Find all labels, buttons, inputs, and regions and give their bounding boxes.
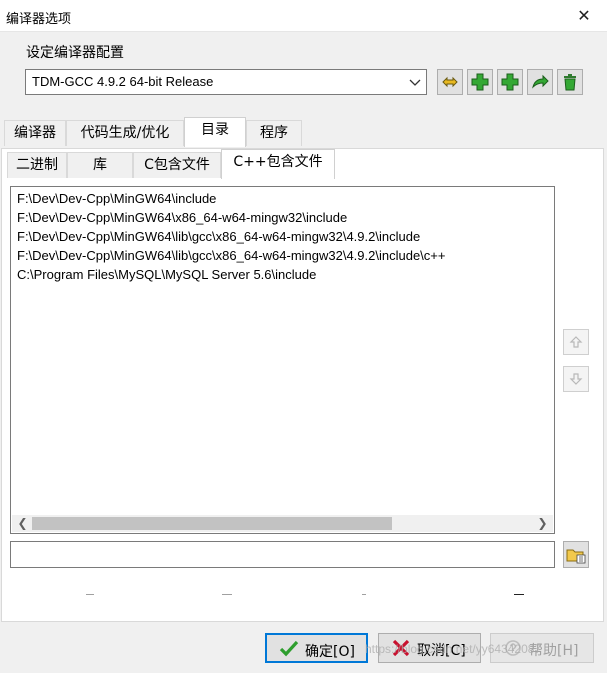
export-compiler-button[interactable]: [527, 69, 553, 95]
rename-icon: [442, 76, 458, 88]
tab-codegen[interactable]: 代码生成/优化: [66, 120, 184, 146]
rename-compiler-button[interactable]: [437, 69, 463, 95]
scroll-right-icon[interactable]: ❯: [534, 515, 551, 532]
list-item[interactable]: F:\Dev\Dev-Cpp\MinGW64\include: [17, 191, 216, 206]
watermark: https://blog.csdn.net/yy64342087: [365, 642, 542, 656]
arrow-up-icon: [569, 336, 583, 348]
delete-icon: [564, 74, 576, 91]
delete-compiler-button[interactable]: [557, 69, 583, 95]
list-item[interactable]: F:\Dev\Dev-Cpp\MinGW64\lib\gcc\x86_64-w6…: [17, 229, 420, 244]
divider: [222, 594, 232, 595]
compiler-set-label: 设定编译器配置: [26, 45, 124, 61]
folder-icon: [566, 549, 586, 564]
list-item[interactable]: F:\Dev\Dev-Cpp\MinGW64\x86_64-w64-mingw3…: [17, 210, 347, 225]
arrow-down-icon: [569, 373, 583, 385]
directory-path-input[interactable]: [10, 541, 555, 568]
add-compiler-button[interactable]: [467, 69, 493, 95]
browse-folder-button[interactable]: [563, 541, 589, 568]
move-down-button[interactable]: [563, 366, 589, 392]
window-title: 编译器选项: [6, 12, 72, 27]
tab-programs[interactable]: 程序: [246, 120, 302, 146]
scrollbar-thumb[interactable]: [32, 517, 392, 530]
add-copy-icon: [501, 73, 519, 91]
ok-button[interactable]: 确定[O]: [265, 633, 368, 663]
scroll-left-icon[interactable]: ❮: [14, 515, 31, 532]
compiler-set-select[interactable]: TDM-GCC 4.9.2 64-bit Release: [25, 69, 427, 95]
tab-directories[interactable]: 目录: [184, 117, 246, 147]
ok-button-label: 确定[O]: [305, 644, 355, 660]
horizontal-scrollbar[interactable]: ❮ ❯: [12, 515, 553, 532]
export-icon: [532, 74, 549, 89]
add-copy-compiler-button[interactable]: [497, 69, 523, 95]
checkmark-icon: [279, 640, 299, 657]
include-dir-list[interactable]: F:\Dev\Dev-Cpp\MinGW64\include F:\Dev\De…: [10, 186, 555, 534]
tab-libraries[interactable]: 库: [67, 152, 133, 178]
move-up-button[interactable]: [563, 329, 589, 355]
list-item[interactable]: C:\Program Files\MySQL\MySQL Server 5.6\…: [17, 267, 316, 282]
title-bar: 编译器选项 ✕: [0, 0, 607, 32]
chevron-down-icon[interactable]: [406, 72, 424, 92]
add-icon: [471, 73, 489, 91]
close-icon[interactable]: ✕: [561, 0, 607, 32]
list-item[interactable]: F:\Dev\Dev-Cpp\MinGW64\lib\gcc\x86_64-w6…: [17, 248, 445, 263]
compiler-set-value: TDM-GCC 4.9.2 64-bit Release: [32, 74, 214, 89]
tab-c-includes[interactable]: C包含文件: [133, 152, 221, 178]
tab-binaries[interactable]: 二进制: [7, 152, 67, 178]
tab-cpp-includes[interactable]: C++包含文件: [221, 149, 335, 179]
divider: [362, 594, 366, 595]
tab-compiler[interactable]: 编译器: [4, 120, 66, 146]
divider: [514, 594, 524, 595]
divider: [86, 594, 94, 595]
